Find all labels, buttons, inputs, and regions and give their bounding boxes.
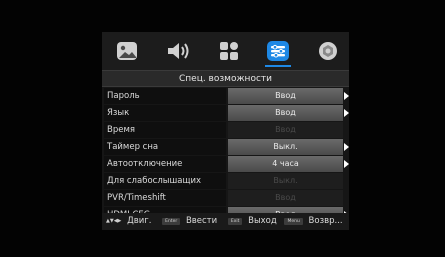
- menu-back-label: Возвр...: [308, 216, 343, 226]
- settings-menu: Спец. возможности Пароль Ввод Язык Ввод Врем…: [102, 32, 349, 230]
- tab-picture[interactable]: [112, 38, 142, 64]
- accessibility-icon: [267, 41, 289, 61]
- chevron-right-icon: [344, 143, 349, 151]
- speaker-icon: [168, 43, 189, 59]
- picture-icon: [117, 42, 137, 60]
- menu-row-value: Ввод: [228, 190, 343, 206]
- menu-row-label: Язык: [104, 105, 226, 121]
- gear-icon: [319, 42, 337, 60]
- menu-title: Спец. возможности: [102, 70, 349, 87]
- navigation-keys-hint: ▲▼◀▶: [106, 218, 122, 224]
- exit-label: Выход: [248, 216, 277, 226]
- menu-row-value: Ввод: [228, 122, 343, 138]
- menu-row[interactable]: Язык Ввод: [102, 105, 349, 121]
- exit-key: Exit: [227, 218, 243, 225]
- menu-row-label: Автоотключение: [104, 156, 226, 172]
- menu-list: Пароль Ввод Язык Ввод Время Ввод Таймер сна Вык…: [102, 88, 349, 224]
- chevron-right-icon: [344, 92, 349, 100]
- active-tab-indicator: [265, 65, 291, 67]
- category-tab-bar: [102, 32, 349, 70]
- menu-row-value[interactable]: Выкл.: [228, 139, 343, 155]
- menu-row-label: PVR/Timeshift: [104, 190, 226, 206]
- navigation-label: Двиг.: [127, 216, 152, 226]
- tab-sound[interactable]: [164, 38, 194, 64]
- menu-row[interactable]: Таймер сна Выкл.: [102, 139, 349, 155]
- menu-row-label: Для слабослышащих: [104, 173, 226, 189]
- menu-row[interactable]: Пароль Ввод: [102, 88, 349, 104]
- menu-row-label: Время: [104, 122, 226, 138]
- apps-icon: [220, 42, 238, 60]
- menu-row-value[interactable]: Ввод: [228, 105, 343, 121]
- menu-row[interactable]: PVR/Timeshift Ввод: [102, 190, 349, 206]
- chevron-right-icon: [344, 109, 349, 117]
- enter-label: Ввести: [185, 216, 218, 226]
- menu-row-value: Выкл.: [228, 173, 343, 189]
- menu-row-label: Пароль: [104, 88, 226, 104]
- menu-row[interactable]: Автоотключение 4 часа: [102, 156, 349, 172]
- menu-row-value[interactable]: 4 часа: [228, 156, 343, 172]
- chevron-right-icon: [344, 160, 349, 168]
- enter-key: Enter: [162, 218, 181, 225]
- menu-row-label: Таймер сна: [104, 139, 226, 155]
- tv-screen: Спец. возможности Пароль Ввод Язык Ввод Врем…: [0, 0, 445, 257]
- tab-accessibility[interactable]: [263, 38, 293, 64]
- menu-row[interactable]: Для слабослышащих Выкл.: [102, 173, 349, 189]
- menu-row[interactable]: Время Ввод: [102, 122, 349, 138]
- menu-row-value[interactable]: Ввод: [228, 88, 343, 104]
- tab-settings[interactable]: [313, 38, 343, 64]
- menu-key: Menu: [284, 218, 303, 225]
- help-bar: ▲▼◀▶ Двиг. Enter Ввести Exit Выход Menu …: [102, 213, 349, 230]
- tab-apps[interactable]: [214, 38, 244, 64]
